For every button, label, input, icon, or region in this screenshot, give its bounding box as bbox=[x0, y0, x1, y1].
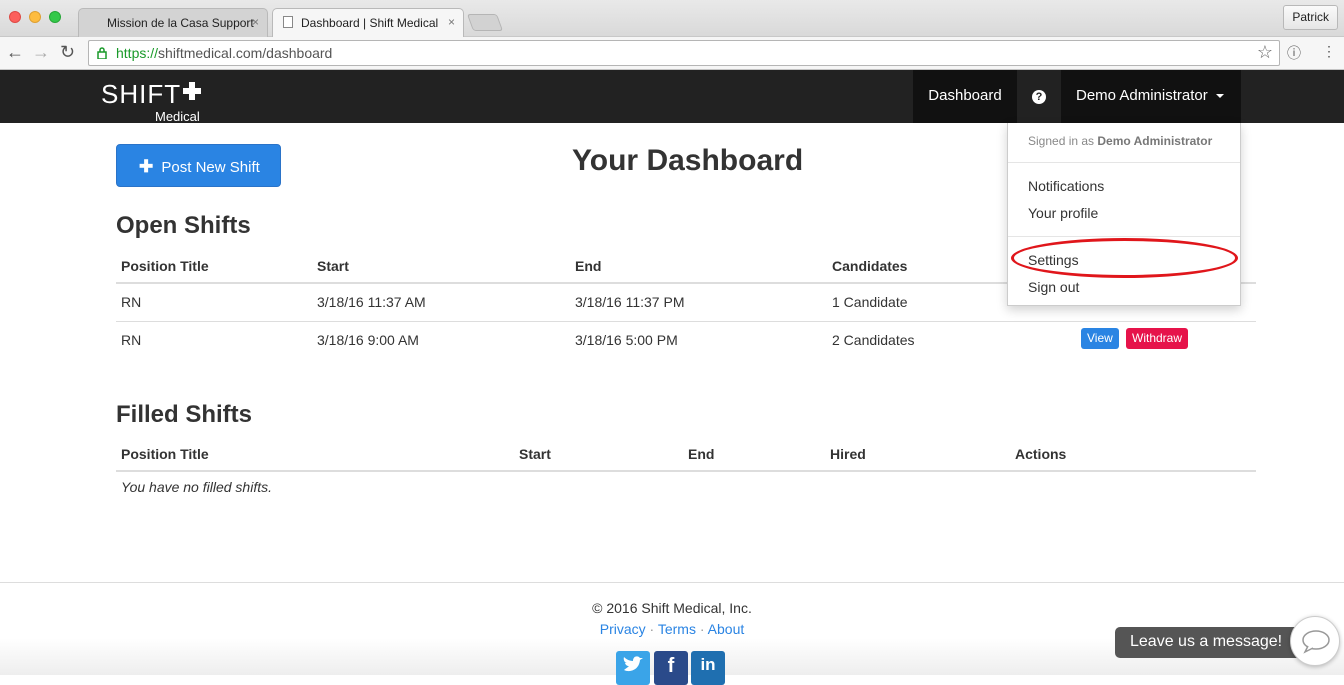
plus-icon: ✚ bbox=[139, 157, 154, 176]
menu-item-notifications[interactable]: Notifications bbox=[1028, 178, 1104, 194]
lock-icon bbox=[97, 47, 107, 59]
nav-dashboard[interactable]: Dashboard bbox=[913, 70, 1017, 123]
signed-in-user: Demo Administrator bbox=[1097, 134, 1213, 148]
chat-message-bubble[interactable]: Leave us a message! bbox=[1115, 627, 1317, 658]
back-arrow-icon[interactable]: ← bbox=[6, 42, 24, 63]
reload-icon[interactable]: ↻ bbox=[60, 42, 75, 63]
cell-end: 3/18/16 5:00 PM bbox=[575, 332, 678, 348]
menu-divider bbox=[1008, 162, 1240, 163]
new-tab-button[interactable] bbox=[466, 14, 504, 31]
column-header: Actions bbox=[1015, 446, 1067, 462]
column-header: End bbox=[688, 446, 715, 462]
tab-title: Dashboard | Shift Medical bbox=[301, 16, 439, 30]
open-shifts-title: Open Shifts bbox=[116, 212, 251, 239]
help-icon: ? bbox=[1032, 90, 1046, 104]
close-window-button[interactable] bbox=[9, 11, 21, 23]
shift-medical-logo[interactable]: SHIFT Medical bbox=[101, 79, 201, 124]
extension-icon[interactable]: ⓘ bbox=[1287, 43, 1301, 63]
user-name: Demo Administrator bbox=[1076, 87, 1208, 104]
settings-highlight-circle bbox=[1011, 238, 1238, 278]
page-icon bbox=[283, 16, 293, 28]
chat-icon[interactable] bbox=[1290, 616, 1340, 666]
cell-end: 3/18/16 11:37 PM bbox=[575, 294, 685, 310]
tab-close-icon[interactable]: × bbox=[252, 15, 259, 29]
tab-close-icon[interactable]: × bbox=[448, 15, 455, 29]
filled-shifts-title: Filled Shifts bbox=[116, 401, 253, 428]
user-menu-toggle[interactable]: Demo Administrator bbox=[1061, 70, 1241, 123]
link-separator: · bbox=[649, 621, 655, 637]
bookmark-star-icon[interactable]: ☆ bbox=[1257, 42, 1273, 63]
browser-toolbar: ← → ↻ https://shiftmedical.com/dashboard… bbox=[0, 37, 1344, 70]
signed-in-label: Signed in as Demo Administrator bbox=[1028, 134, 1212, 148]
copyright-text: © 2016 Shift Medical, Inc. bbox=[592, 600, 752, 616]
address-bar[interactable]: https://shiftmedical.com/dashboard ☆ bbox=[88, 40, 1280, 66]
help-button[interactable]: ? bbox=[1017, 70, 1061, 123]
browser-tab-mission[interactable]: Mission de la Casa Support × bbox=[78, 8, 268, 37]
browser-tab-dashboard[interactable]: Dashboard | Shift Medical × bbox=[272, 8, 464, 38]
signed-in-prefix: Signed in as bbox=[1028, 134, 1095, 148]
column-header: Position Title bbox=[121, 258, 209, 274]
privacy-link[interactable]: Privacy bbox=[600, 621, 646, 637]
withdraw-button[interactable]: Withdraw bbox=[1126, 328, 1189, 349]
minimize-window-button[interactable] bbox=[29, 11, 41, 23]
cell-position: RN bbox=[121, 294, 142, 310]
column-header: Start bbox=[519, 446, 551, 462]
linkedin-icon[interactable]: in bbox=[691, 651, 725, 685]
logo-subtext: Medical bbox=[155, 109, 200, 124]
twitter-icon[interactable] bbox=[616, 651, 650, 685]
empty-state-text: You have no filled shifts. bbox=[121, 479, 272, 495]
user-dropdown-menu: Signed in as Demo Administrator Notifica… bbox=[1007, 123, 1241, 306]
view-button[interactable]: View bbox=[1081, 328, 1119, 349]
url-path: shiftmedical.com/dashboard bbox=[158, 45, 333, 61]
column-header: Start bbox=[317, 258, 349, 274]
caret-down-icon bbox=[1215, 94, 1224, 99]
header-divider bbox=[116, 470, 1256, 472]
terms-link[interactable]: Terms bbox=[658, 621, 696, 637]
browser-tab-strip: Mission de la Casa Support × Dashboard |… bbox=[0, 0, 1344, 38]
column-header: End bbox=[575, 258, 602, 274]
site-navbar: SHIFT Medical Dashboard ? Demo Administr… bbox=[0, 70, 1344, 124]
url-scheme: https:// bbox=[116, 45, 159, 61]
menu-icon[interactable]: ⋮ bbox=[1322, 43, 1336, 60]
post-new-shift-button[interactable]: ✚ Post New Shift bbox=[116, 144, 281, 187]
link-separator: · bbox=[699, 621, 705, 637]
facebook-icon[interactable]: f bbox=[654, 651, 688, 685]
cell-start: 3/18/16 11:37 AM bbox=[317, 294, 426, 310]
cell-candidates: 1 Candidate bbox=[832, 294, 908, 310]
cell-position: RN bbox=[121, 332, 142, 348]
menu-item-sign-out[interactable]: Sign out bbox=[1028, 279, 1079, 295]
column-header: Position Title bbox=[121, 446, 209, 462]
column-header: Candidates bbox=[832, 258, 908, 274]
about-link[interactable]: About bbox=[708, 621, 745, 637]
column-header: Hired bbox=[830, 446, 866, 462]
cell-candidates: 2 Candidates bbox=[832, 332, 915, 348]
logo-text: SHIFT bbox=[101, 79, 182, 109]
profile-button[interactable]: Patrick bbox=[1283, 5, 1338, 30]
maximize-window-button[interactable] bbox=[49, 11, 61, 23]
cell-start: 3/18/16 9:00 AM bbox=[317, 332, 419, 348]
page-title: Your Dashboard bbox=[572, 144, 804, 177]
row-divider bbox=[116, 321, 1256, 322]
post-new-shift-label: Post New Shift bbox=[161, 159, 260, 176]
plus-logo-icon bbox=[183, 82, 201, 100]
tab-title: Mission de la Casa Support bbox=[107, 16, 254, 30]
forward-arrow-icon[interactable]: → bbox=[32, 42, 50, 63]
menu-divider bbox=[1008, 236, 1240, 237]
menu-item-profile[interactable]: Your profile bbox=[1028, 205, 1098, 221]
